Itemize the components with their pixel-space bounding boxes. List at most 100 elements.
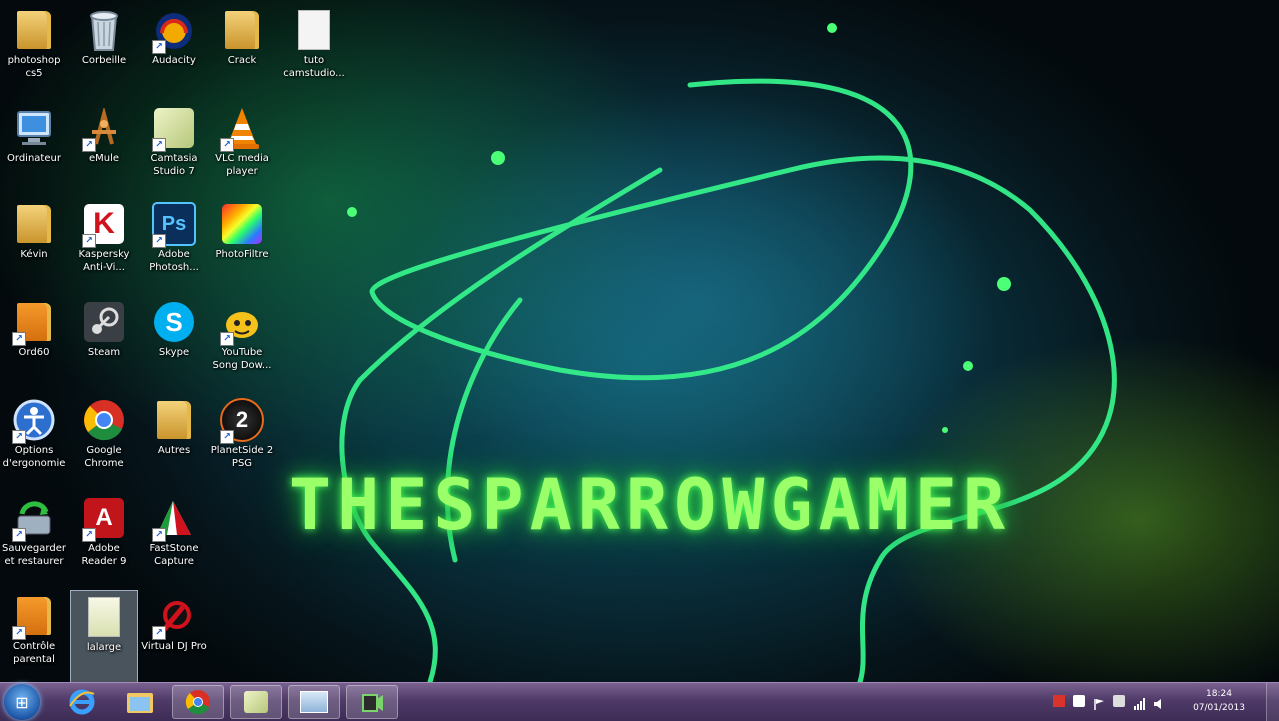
shortcut-arrow-icon: ↗ — [12, 332, 26, 346]
desktop-icon-label: photoshop cs5 — [7, 55, 61, 79]
desktop-icon-steam[interactable]: Steam — [70, 296, 138, 390]
adobe-reader-icon: A ↗ — [82, 496, 126, 542]
safely-remove-hardware-icon[interactable] — [1113, 695, 1125, 707]
desktop-icon-adobe-reader[interactable]: A ↗ Adobe Reader 9 — [70, 492, 138, 586]
desktop-icon-adobe-photoshop[interactable]: Ps ↗ Adobe Photosh... — [140, 198, 208, 292]
desktop-icon-skype[interactable]: S Skype — [140, 296, 208, 390]
chrome-icon — [185, 690, 210, 715]
desktop-icon-label: Virtual DJ Pro — [141, 641, 207, 652]
taskbar-internet-explorer[interactable] — [56, 685, 108, 719]
volume-icon[interactable] — [1153, 695, 1165, 709]
shortcut-arrow-icon: ↗ — [12, 528, 26, 542]
taskbar-windows-explorer[interactable] — [114, 685, 166, 719]
desktop-icon-vlc[interactable]: ↗ VLC media player — [208, 102, 276, 196]
desktop-icon-label: FastStone Capture — [149, 543, 199, 567]
taskbar-screen-recorder[interactable] — [288, 685, 340, 719]
desktop-icon-photoshop-cs5[interactable]: photoshop cs5 — [0, 4, 68, 98]
desktop-icon-label: Steam — [87, 347, 121, 358]
system-tray: 18:24 07/01/2013 — [1039, 683, 1279, 721]
desktop-icon-label: Ordinateur — [7, 153, 61, 164]
action-center-flag-icon[interactable] — [1093, 695, 1105, 710]
network-signal-icon[interactable] — [1133, 695, 1145, 710]
desktop-icon-label: PhotoFiltre — [215, 249, 269, 260]
kaspersky-icon: K ↗ — [82, 202, 126, 248]
clock-date: 07/01/2013 — [1193, 703, 1245, 713]
camtasia-icon: ↗ — [152, 106, 196, 152]
camera-icon — [362, 694, 383, 712]
desktop-icon-ordinateur[interactable]: Ordinateur — [0, 102, 68, 196]
desktop-icon-label: Autres — [157, 445, 191, 456]
desktop-icon-planetside-2[interactable]: 2 ↗ PlanetSide 2 PSG — [208, 394, 276, 488]
show-desktop-button[interactable] — [1266, 683, 1279, 721]
desktop-icon-label: PlanetSide 2 PSG — [210, 445, 274, 469]
desktop-icon-kaspersky[interactable]: K ↗ Kaspersky Anti-Vi... — [70, 198, 138, 292]
taskbar-virtual-camera[interactable] — [346, 685, 398, 719]
desktop-icon-label: Crack — [227, 55, 257, 66]
tray-notification-icon[interactable] — [1073, 695, 1085, 707]
desktop-icon-faststone[interactable]: ↗ FastStone Capture — [140, 492, 208, 586]
desktop-icon-photofiltre[interactable]: PhotoFiltre — [208, 198, 276, 292]
desktop-icon-label: Adobe Photosh... — [149, 249, 199, 273]
desktop-icon-label: Sauvegarder et restaurer — [2, 543, 66, 567]
desktop-icon-corbeille[interactable]: Corbeille — [70, 4, 138, 98]
shortcut-arrow-icon: ↗ — [220, 138, 234, 152]
desktop-icon-virtual-dj[interactable]: ↗ Virtual DJ Pro — [140, 590, 208, 684]
desktop-icon-label: Corbeille — [81, 55, 127, 66]
desktop-icon-youtube-song-downloader[interactable]: ↗ YouTube Song Dow... — [208, 296, 276, 390]
shortcut-arrow-icon: ↗ — [82, 528, 96, 542]
desktop-icon-controle-parental[interactable]: ↗ Contrôle parental — [0, 590, 68, 684]
folder-icon — [127, 693, 153, 713]
shortcut-arrow-icon: ↗ — [82, 138, 96, 152]
desktop-icon-label: eMule — [88, 153, 120, 164]
shortcut-arrow-icon: ↗ — [220, 430, 234, 444]
shortcut-arrow-icon: ↗ — [152, 138, 166, 152]
document-icon — [82, 595, 126, 639]
desktop-icon-label: tuto camstudio... — [283, 55, 345, 79]
desktop-icon-audacity[interactable]: ↗ Audacity — [140, 4, 208, 98]
recycle-bin-icon — [82, 8, 126, 52]
ease-of-access-icon: ↗ — [12, 398, 56, 444]
photoshop-icon: Ps ↗ — [152, 202, 196, 248]
desktop-icon-camtasia[interactable]: ↗ Camtasia Studio 7 — [140, 102, 208, 196]
desktop-icon-lalarge[interactable]: lalarge — [70, 590, 138, 684]
desktop-icon-google-chrome[interactable]: Google Chrome — [70, 394, 138, 488]
desktop-icon-tuto-camstudio[interactable]: tuto camstudio... — [280, 4, 348, 98]
virtual-dj-icon: ↗ — [152, 594, 196, 640]
desktop-icon-sauvegarder[interactable]: ↗ Sauvegarder et restaurer — [0, 492, 68, 586]
desktop-icon-options-ergonomie[interactable]: ↗ Options d'ergonomie — [0, 394, 68, 488]
desktop-icon-label: YouTube Song Dow... — [212, 347, 272, 371]
desktop-icon-crack[interactable]: Crack — [208, 4, 276, 98]
start-button[interactable]: ⊞ — [4, 684, 40, 720]
desktop-icon-label: Options d'ergonomie — [2, 445, 66, 469]
taskbar-camtasia[interactable] — [230, 685, 282, 719]
desktop-icon-emule[interactable]: ↗ eMule — [70, 102, 138, 196]
recorder-icon — [300, 691, 328, 713]
windows-logo-icon: ⊞ — [15, 692, 29, 712]
chrome-icon — [82, 398, 126, 442]
audacity-icon: ↗ — [152, 8, 196, 54]
desktop-icon-autres[interactable]: Autres — [140, 394, 208, 488]
vlc-cone-icon: ↗ — [220, 106, 264, 152]
shortcut-arrow-icon: ↗ — [12, 430, 26, 444]
text-document-icon — [292, 8, 336, 52]
internet-explorer-icon — [69, 689, 95, 715]
folder-icon — [12, 8, 56, 52]
planetside-icon: 2 ↗ — [220, 398, 264, 444]
desktop-icon-label: Adobe Reader 9 — [81, 543, 127, 567]
tray-app-icon[interactable] — [1053, 695, 1065, 707]
taskbar: ⊞ 18:24 07/01/2013 — [0, 682, 1279, 721]
clock-time: 18:24 — [1206, 689, 1232, 699]
desktop-icon-label: Camtasia Studio 7 — [150, 153, 198, 177]
desktop-icon-kevin[interactable]: Kévin — [0, 198, 68, 292]
shortcut-arrow-icon: ↗ — [152, 626, 166, 640]
user-folder-icon — [12, 202, 56, 246]
desktop-icon-label: lalarge — [86, 642, 122, 653]
taskbar-clock[interactable]: 18:24 07/01/2013 — [1189, 687, 1249, 715]
desktop-icon-ord60[interactable]: ↗ Ord60 — [0, 296, 68, 390]
shortcut-arrow-icon: ↗ — [152, 234, 166, 248]
skype-icon: S — [152, 300, 196, 344]
desktop-icon-label: Kaspersky Anti-Vi... — [78, 249, 130, 273]
shortcut-arrow-icon: ↗ — [12, 626, 26, 640]
camtasia-icon — [244, 691, 268, 713]
taskbar-google-chrome[interactable] — [172, 685, 224, 719]
